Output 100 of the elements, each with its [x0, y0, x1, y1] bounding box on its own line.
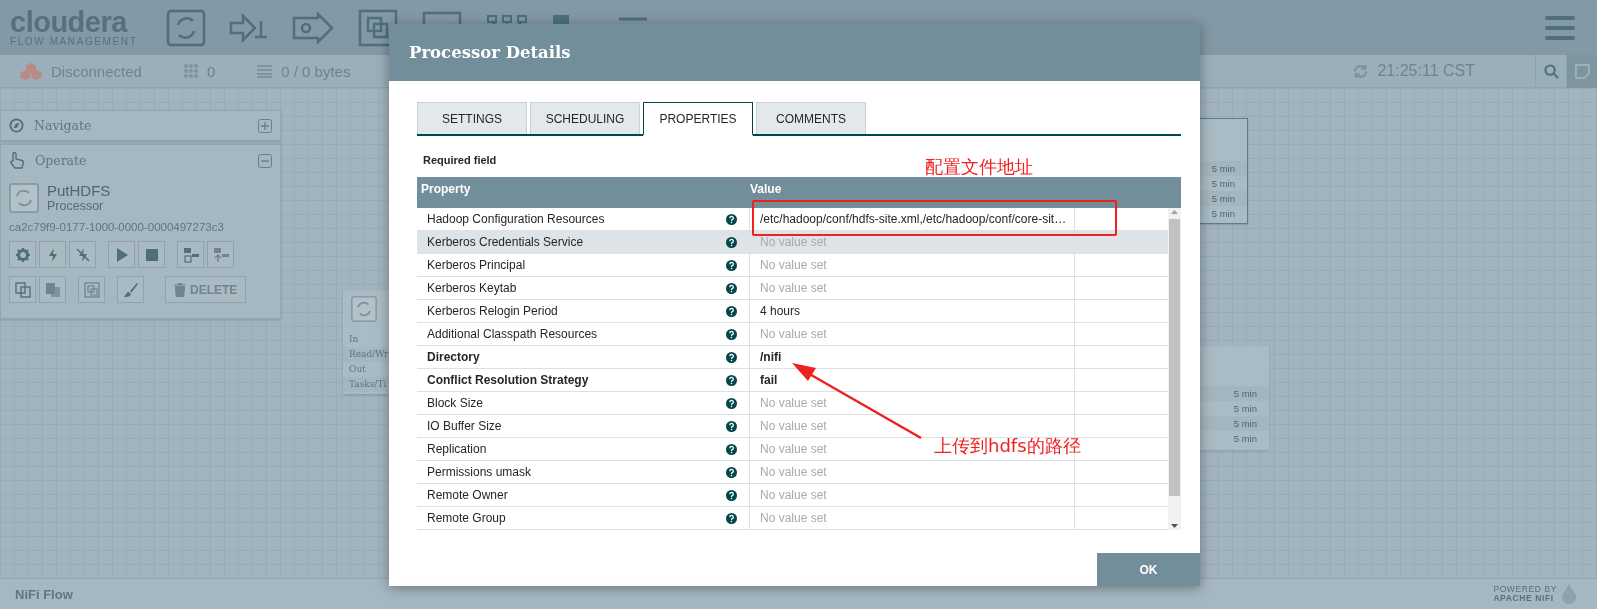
property-name: Directory	[427, 350, 480, 364]
panel-title: Operate	[35, 153, 87, 168]
note-icon[interactable]	[1574, 63, 1590, 79]
input-port-icon[interactable]	[229, 12, 269, 43]
tab[interactable]: SETTINGS	[417, 102, 527, 134]
help-icon[interactable]	[726, 259, 737, 271]
property-value: No value set	[760, 511, 827, 525]
property-row[interactable]: Remote Group No value set	[417, 507, 1168, 530]
help-icon[interactable]	[726, 466, 737, 478]
help-icon[interactable]	[726, 305, 737, 317]
tab[interactable]: COMMENTS	[756, 102, 866, 134]
property-value: No value set	[760, 258, 827, 272]
property-row[interactable]: Conflict Resolution Strategy fail	[417, 369, 1168, 392]
search-icon[interactable]	[1543, 63, 1559, 79]
property-name: Permissions umask	[427, 465, 532, 479]
panel-title: Navigate	[34, 118, 92, 133]
toolbar-button[interactable]	[138, 241, 165, 268]
component-id: ca2c79f9-0177-1000-0000-0000497273c3	[9, 221, 225, 233]
property-row[interactable]: IO Buffer Size No value set	[417, 415, 1168, 438]
help-icon[interactable]	[726, 374, 737, 386]
help-icon[interactable]	[726, 420, 737, 432]
help-icon[interactable]	[726, 282, 737, 294]
required-field-note: Required field	[423, 154, 497, 168]
help-icon[interactable]	[726, 351, 737, 363]
property-name: Remote Owner	[427, 488, 508, 502]
help-icon[interactable]	[726, 489, 737, 501]
help-icon[interactable]	[726, 443, 737, 455]
property-value: No value set	[760, 281, 827, 295]
processor-icon	[9, 182, 39, 213]
stat-value: 5 min	[1210, 207, 1236, 221]
property-value: No value set	[760, 419, 827, 433]
tab[interactable]: SCHEDULING	[530, 102, 640, 134]
property-row[interactable]: Additional Classpath Resources No value set	[417, 323, 1168, 346]
property-row[interactable]: Kerberos Relogin Period 4 hours	[417, 300, 1168, 323]
process-group-icon[interactable]	[357, 7, 399, 48]
stat-value: 5 min	[1200, 386, 1269, 401]
property-value: No value set	[760, 396, 827, 410]
component-type: Processor	[47, 199, 105, 213]
property-row[interactable]: Permissions umask No value set	[417, 461, 1168, 484]
property-name: Kerberos Keytab	[427, 281, 517, 295]
property-name: IO Buffer Size	[427, 419, 502, 433]
template-icon	[182, 246, 199, 263]
toolbar-button[interactable]	[108, 241, 135, 268]
property-row[interactable]: Hadoop Configuration Resources /etc/hadoop/conf/hdfs-site.xml,/etc/hadoop/conf/core-sit…	[417, 208, 1168, 231]
property-row[interactable]: Block Size No value set	[417, 392, 1168, 415]
stat-value: 5 min	[1232, 402, 1258, 416]
brush-icon	[122, 281, 139, 298]
copy-icon	[14, 281, 31, 298]
collapse-icon[interactable]	[258, 153, 272, 168]
scrollbar[interactable]	[1168, 208, 1181, 530]
paste-icon	[44, 281, 61, 298]
settings-icon	[14, 246, 31, 263]
processor-icon[interactable]	[165, 7, 207, 48]
crossed-lightning-icon	[74, 246, 91, 263]
property-row[interactable]: Kerberos Keytab No value set	[417, 277, 1168, 300]
tab[interactable]: PROPERTIES	[643, 102, 753, 136]
scroll-down-icon[interactable]	[1168, 522, 1181, 530]
annotation-text: 配置文件地址	[925, 155, 1033, 179]
powered-by-text: POWERED BY	[1493, 585, 1557, 594]
property-value: /etc/hadoop/conf/hdfs-site.xml,/etc/hadoop/conf/core-sit…	[760, 212, 1067, 226]
toolbar-button[interactable]	[117, 276, 144, 303]
refresh-icon[interactable]	[1353, 63, 1369, 79]
stat-label: Read/Wr	[343, 347, 389, 362]
output-port-icon[interactable]	[291, 11, 335, 44]
toolbar-button[interactable]	[39, 241, 66, 268]
property-value: No value set	[760, 327, 827, 341]
property-name: Hadoop Configuration Resources	[427, 212, 605, 226]
toolbar-button[interactable]	[9, 241, 36, 268]
column-header: Property	[420, 182, 472, 196]
property-value: fail	[760, 373, 778, 387]
toolbar-button[interactable]	[69, 241, 96, 268]
property-value: No value set	[760, 442, 827, 456]
help-icon[interactable]	[726, 328, 737, 340]
dialog-title: Processor Details	[409, 43, 571, 62]
toolbar-button[interactable]	[9, 276, 36, 303]
property-value: No value set	[760, 488, 827, 502]
stop-icon	[143, 246, 160, 263]
help-icon[interactable]	[726, 236, 737, 248]
expand-icon[interactable]	[258, 118, 272, 133]
property-row[interactable]: Remote Owner No value set	[417, 484, 1168, 507]
property-name: Kerberos Principal	[427, 258, 526, 272]
property-row[interactable]: Kerberos Principal No value set	[417, 254, 1168, 277]
hand-pointer-icon	[9, 152, 25, 169]
compass-icon	[9, 118, 24, 133]
template-upload-icon	[212, 246, 229, 263]
group-icon	[83, 281, 100, 298]
property-value: /nifi	[760, 350, 782, 364]
threads-icon	[183, 64, 198, 78]
apache-nifi-text: APACHE NIFI	[1493, 594, 1555, 603]
stat-label: Tasks/Ti	[343, 377, 389, 392]
stat-value: 5 min	[1210, 177, 1236, 191]
toolbar-button[interactable]	[177, 241, 204, 268]
help-icon[interactable]	[726, 512, 737, 524]
menu-icon[interactable]	[1545, 15, 1575, 40]
help-icon[interactable]	[726, 397, 737, 409]
property-row[interactable]: Kerberos Credentials Service No value set	[417, 231, 1168, 254]
stat-value: 5 min	[1232, 432, 1258, 446]
help-icon[interactable]	[726, 213, 737, 225]
trash-icon	[174, 282, 186, 297]
property-row[interactable]: Directory /nifi	[417, 346, 1168, 369]
